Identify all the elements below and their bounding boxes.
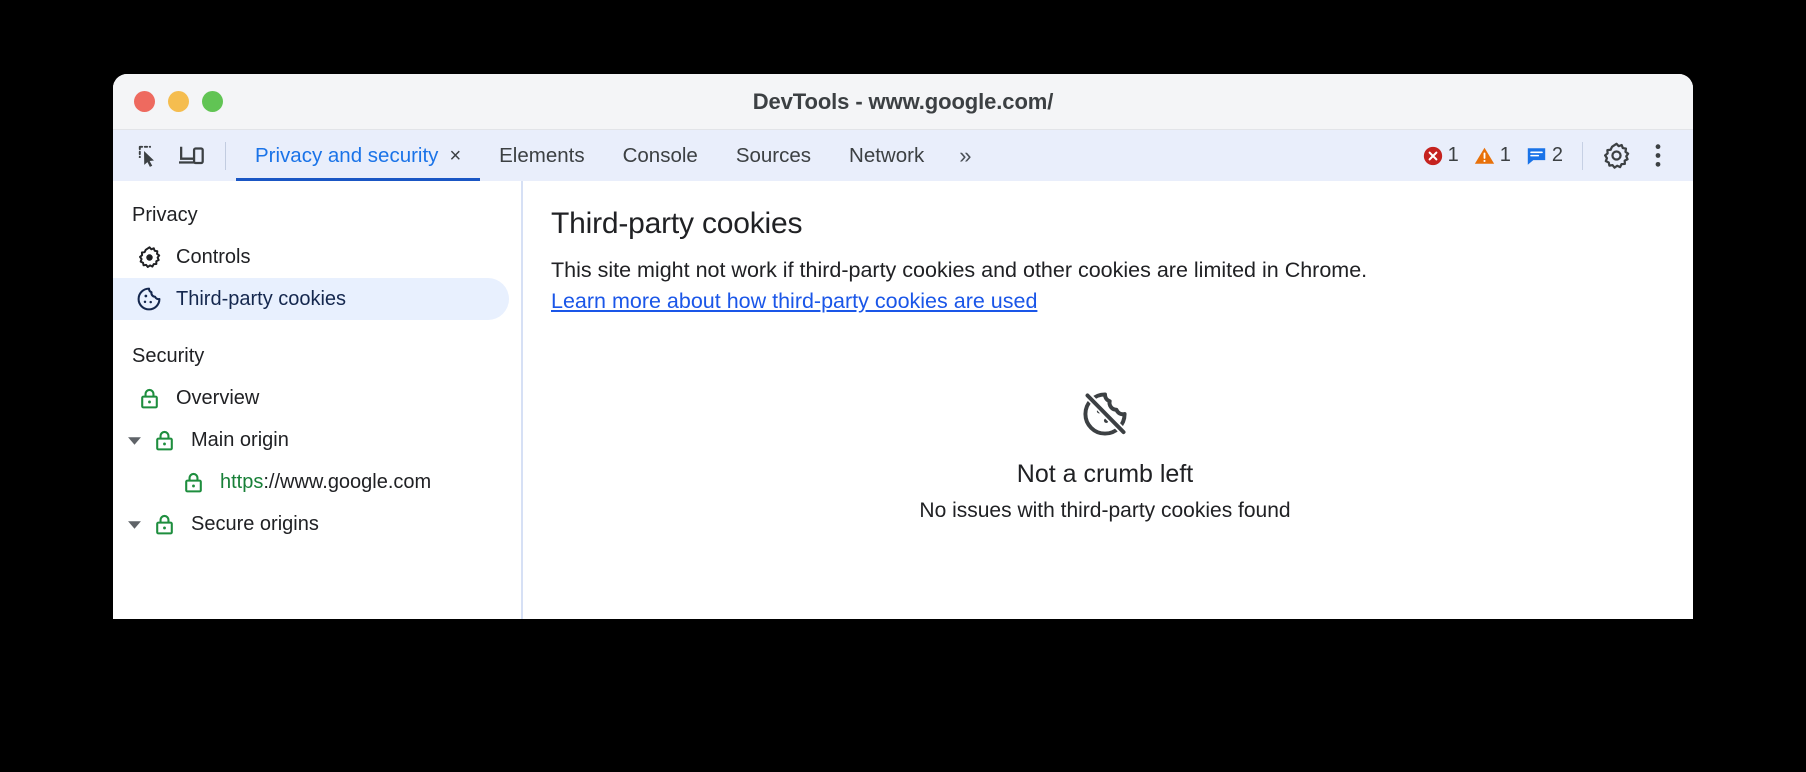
error-count-badge[interactable]: 1 xyxy=(1415,144,1466,167)
window-controls xyxy=(134,91,223,112)
close-window-button[interactable] xyxy=(134,91,155,112)
minimize-window-button[interactable] xyxy=(168,91,189,112)
inspect-element-icon[interactable] xyxy=(127,136,171,176)
tab-label: Privacy and security xyxy=(255,143,439,167)
sidebar-item-label: Third-party cookies xyxy=(176,287,347,310)
tab-label: Elements xyxy=(499,143,585,167)
tab-label: Network xyxy=(849,143,925,167)
tab-label: Sources xyxy=(735,143,812,167)
page-title: Third-party cookies xyxy=(551,207,803,240)
sidebar-section-security: Security xyxy=(132,345,205,367)
sidebar-item-main-origin[interactable]: Main origin xyxy=(113,419,509,461)
toolbar-divider xyxy=(225,141,226,170)
main-panel: Third-party cookies This site might not … xyxy=(523,181,1693,619)
lock-icon xyxy=(132,386,166,411)
sidebar-item-overview[interactable]: Overview xyxy=(113,377,509,419)
description-text: This site might not work if third-party … xyxy=(551,258,1368,282)
error-count: 1 xyxy=(1447,144,1459,166)
maximize-window-button[interactable] xyxy=(202,91,223,112)
sidebar-item-origin-url[interactable]: https://www.google.com xyxy=(113,461,509,503)
panel-tabs: Privacy and security × Elements Console … xyxy=(236,130,984,181)
lock-icon xyxy=(147,428,181,453)
lock-icon xyxy=(176,470,210,495)
tab-console[interactable]: Console xyxy=(604,130,717,181)
error-icon xyxy=(1422,145,1444,167)
message-count: 2 xyxy=(1551,144,1563,166)
sidebar-item-controls[interactable]: Controls xyxy=(113,236,509,278)
empty-state-title: Not a crumb left xyxy=(1016,460,1194,489)
device-toolbar-icon[interactable] xyxy=(171,136,215,176)
devtools-window: DevTools - www.google.com/ Privacy and s… xyxy=(113,74,1693,619)
url-scheme: https xyxy=(220,470,264,493)
learn-more-link[interactable]: Learn more about how third-party cookies… xyxy=(551,289,1037,313)
title-bar: DevTools - www.google.com/ xyxy=(113,74,1693,130)
chevron-down-icon[interactable] xyxy=(123,519,145,530)
tab-elements[interactable]: Elements xyxy=(480,130,603,181)
cookie-off-icon xyxy=(551,389,1659,444)
tab-network[interactable]: Network xyxy=(830,130,943,181)
toolbar-status-area: 1 1 2 xyxy=(1415,136,1679,176)
sidebar: Privacy Controls Third-party cookies Sec… xyxy=(113,181,523,619)
tab-label: Console xyxy=(622,143,698,167)
more-tabs-icon[interactable]: » xyxy=(943,143,984,169)
sidebar-item-third-party-cookies[interactable]: Third-party cookies xyxy=(113,278,509,320)
sidebar-item-label: Main origin xyxy=(191,428,289,451)
lock-icon xyxy=(147,512,181,537)
window-title: DevTools - www.google.com/ xyxy=(752,88,1054,114)
sidebar-item-label: Controls xyxy=(176,245,251,268)
sidebar-item-label: https://www.google.com xyxy=(220,471,431,494)
empty-state-subtitle: No issues with third-party cookies found xyxy=(919,499,1291,523)
sidebar-item-label: Overview xyxy=(176,386,260,409)
warning-count: 1 xyxy=(1499,144,1511,166)
empty-state: Not a crumb left No issues with third-pa… xyxy=(551,389,1659,523)
gear-icon xyxy=(132,245,166,270)
devtools-body: Privacy Controls Third-party cookies Sec… xyxy=(113,181,1693,619)
panel-description: This site might not work if third-party … xyxy=(551,255,1421,317)
kebab-menu-icon[interactable] xyxy=(1637,136,1679,176)
sidebar-section-privacy: Privacy xyxy=(132,204,198,226)
sidebar-item-label: Secure origins xyxy=(191,512,319,535)
url-host: ://www.google.com xyxy=(263,470,432,493)
devtools-toolbar: Privacy and security × Elements Console … xyxy=(113,130,1693,181)
message-icon xyxy=(1525,145,1548,167)
warning-count-badge[interactable]: 1 xyxy=(1466,144,1518,167)
tab-privacy-and-security[interactable]: Privacy and security × xyxy=(236,130,481,181)
tab-sources[interactable]: Sources xyxy=(717,130,830,181)
sidebar-item-secure-origins[interactable]: Secure origins xyxy=(113,503,509,545)
gear-icon[interactable] xyxy=(1595,136,1637,176)
message-count-badge[interactable]: 2 xyxy=(1518,144,1570,167)
cookie-icon xyxy=(132,286,166,312)
close-icon[interactable]: × xyxy=(449,146,461,166)
warning-icon xyxy=(1473,145,1496,167)
chevron-down-icon[interactable] xyxy=(123,435,145,446)
toolbar-divider xyxy=(1582,141,1583,170)
